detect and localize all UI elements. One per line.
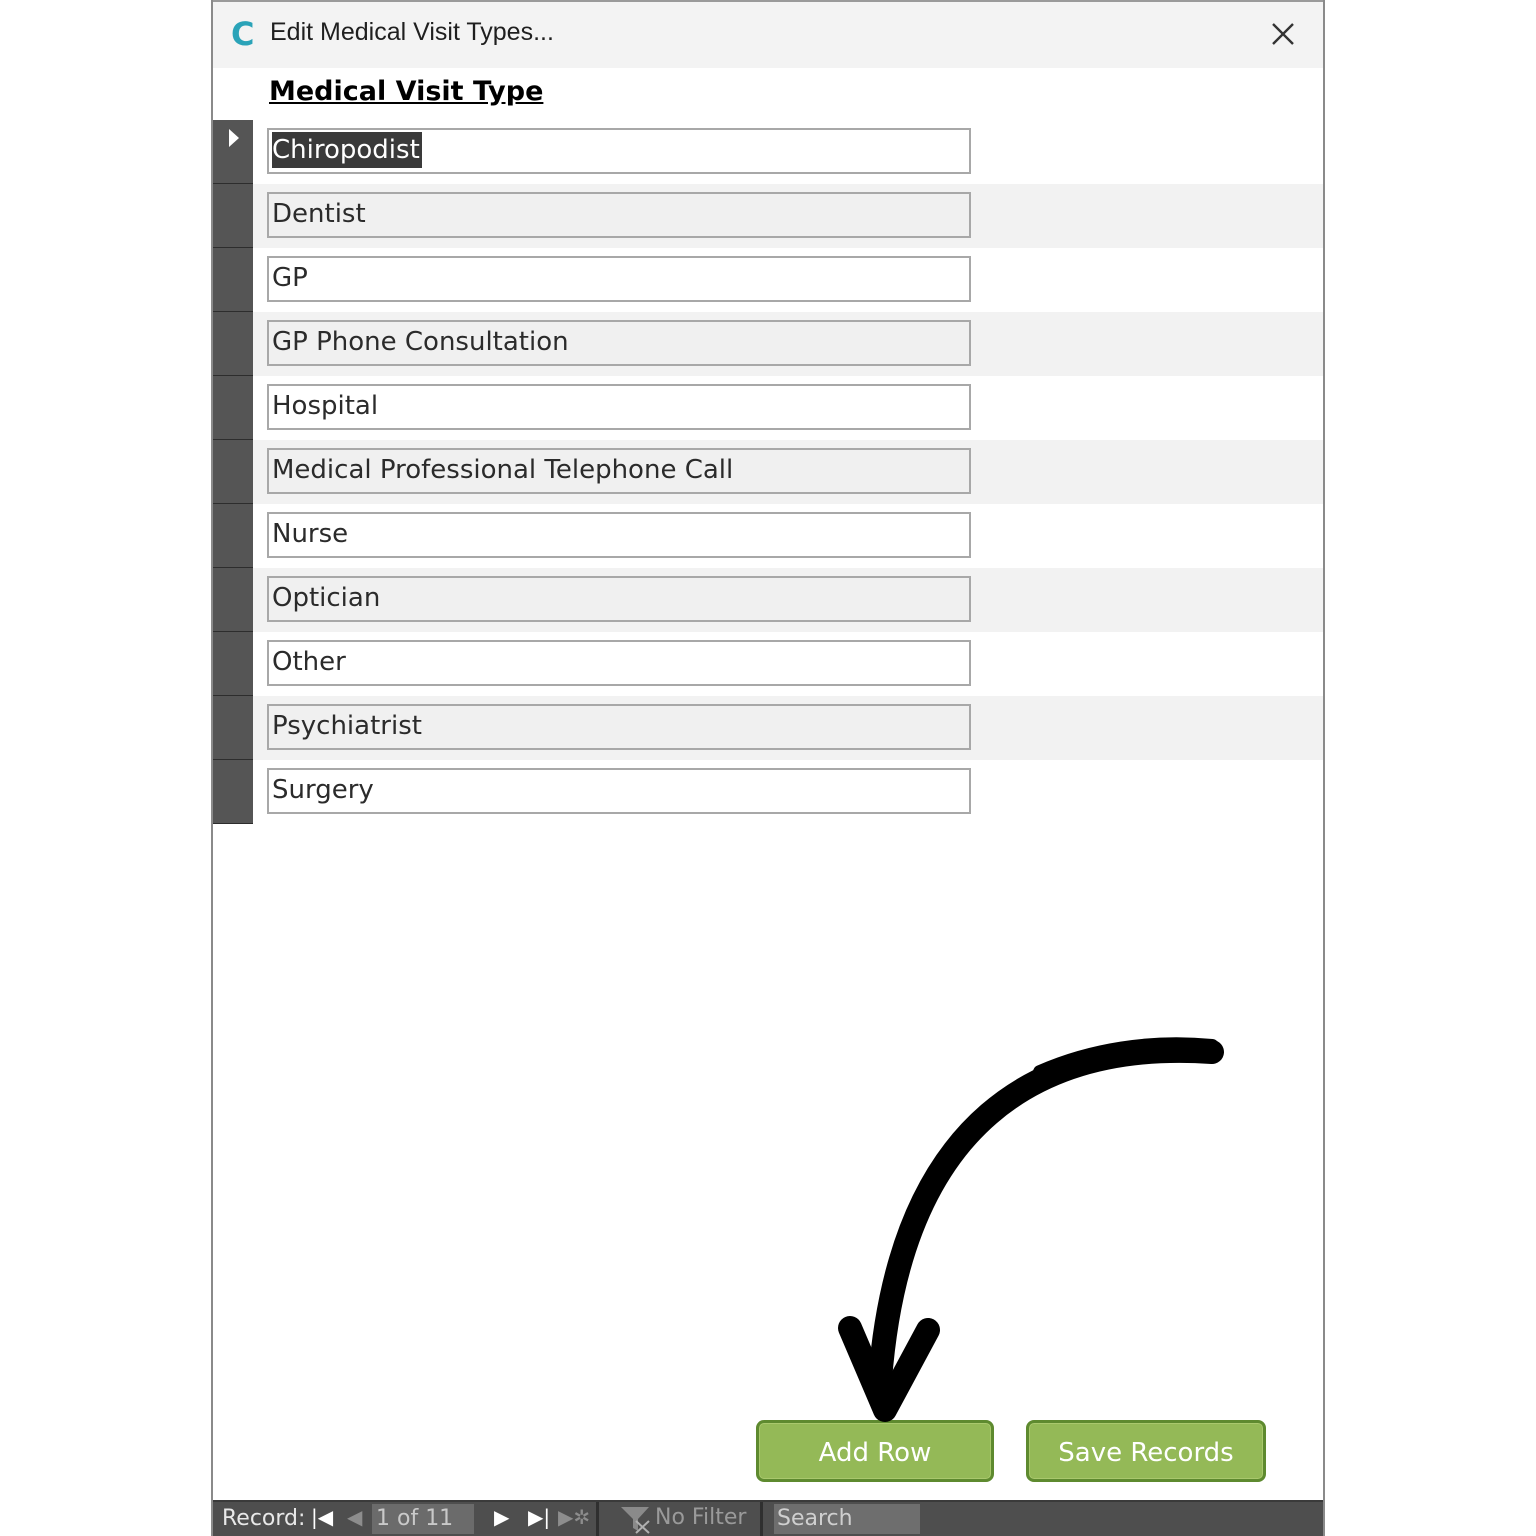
previous-record-icon[interactable]: ◀: [347, 1505, 362, 1529]
table-row: GP: [213, 248, 1323, 312]
table-row: Psychiatrist: [213, 696, 1323, 760]
last-record-icon[interactable]: ▶|: [528, 1505, 550, 1529]
window-title: Edit Medical Visit Types...: [270, 18, 554, 46]
visit-type-field[interactable]: Other: [267, 640, 971, 686]
new-record-icon[interactable]: ▶✲: [558, 1505, 590, 1529]
record-selector[interactable]: [213, 248, 253, 312]
column-header-medical-visit-type: Medical Visit Type: [269, 76, 544, 107]
record-label: Record:: [222, 1506, 306, 1531]
table-row: Nurse: [213, 504, 1323, 568]
record-selector[interactable]: [213, 312, 253, 376]
record-selector[interactable]: [213, 696, 253, 760]
table-row: Surgery: [213, 760, 1323, 824]
first-record-icon[interactable]: |◀: [311, 1505, 333, 1529]
visit-type-field[interactable]: Optician: [267, 576, 971, 622]
save-records-button[interactable]: Save Records: [1026, 1420, 1266, 1482]
record-selector[interactable]: [213, 376, 253, 440]
add-row-button[interactable]: Add Row: [756, 1420, 994, 1482]
current-record-arrow-icon: [229, 129, 239, 147]
record-selector[interactable]: [213, 504, 253, 568]
record-selector[interactable]: [213, 568, 253, 632]
record-navigation-bar: Record: |◀ ◀ 1 of 11 ▶ ▶| ▶✲ No Filter S…: [213, 1500, 1323, 1536]
table-row: Chiropodist: [213, 120, 1323, 184]
filter-icon[interactable]: [619, 1504, 653, 1534]
table-row: Optician: [213, 568, 1323, 632]
record-selector[interactable]: [213, 632, 253, 696]
record-selector[interactable]: [213, 184, 253, 248]
visit-type-field[interactable]: GP: [267, 256, 971, 302]
close-icon[interactable]: [1265, 16, 1301, 52]
edit-medical-visit-types-window: C Edit Medical Visit Types... Medical Vi…: [211, 0, 1325, 1536]
table-row: GP Phone Consultation: [213, 312, 1323, 376]
table-row: Hospital: [213, 376, 1323, 440]
record-selector[interactable]: [213, 120, 253, 184]
no-filter-indicator[interactable]: No Filter: [655, 1505, 746, 1530]
visit-type-field[interactable]: Psychiatrist: [267, 704, 971, 750]
visit-type-field[interactable]: GP Phone Consultation: [267, 320, 971, 366]
current-record-input[interactable]: 1 of 11: [372, 1504, 474, 1534]
visit-type-field[interactable]: Dentist: [267, 192, 971, 238]
table-row: Other: [213, 632, 1323, 696]
record-selector[interactable]: [213, 760, 253, 824]
divider: [760, 1502, 763, 1536]
records-list: Chiropodist Dentist GP GP Phone Consulta…: [213, 120, 1323, 824]
search-input[interactable]: Search: [774, 1504, 920, 1534]
table-row: Dentist: [213, 184, 1323, 248]
visit-type-field[interactable]: Nurse: [267, 512, 971, 558]
selected-text: Chiropodist: [272, 132, 422, 168]
visit-type-field[interactable]: Chiropodist: [267, 128, 971, 174]
table-row: Medical Professional Telephone Call: [213, 440, 1323, 504]
title-bar: C Edit Medical Visit Types...: [213, 0, 1323, 68]
divider: [596, 1502, 599, 1536]
visit-type-field[interactable]: Medical Professional Telephone Call: [267, 448, 971, 494]
app-logo-icon: C: [231, 15, 255, 53]
record-selector[interactable]: [213, 440, 253, 504]
visit-type-field[interactable]: Hospital: [267, 384, 971, 430]
visit-type-field[interactable]: Surgery: [267, 768, 971, 814]
next-record-icon[interactable]: ▶: [494, 1505, 509, 1529]
